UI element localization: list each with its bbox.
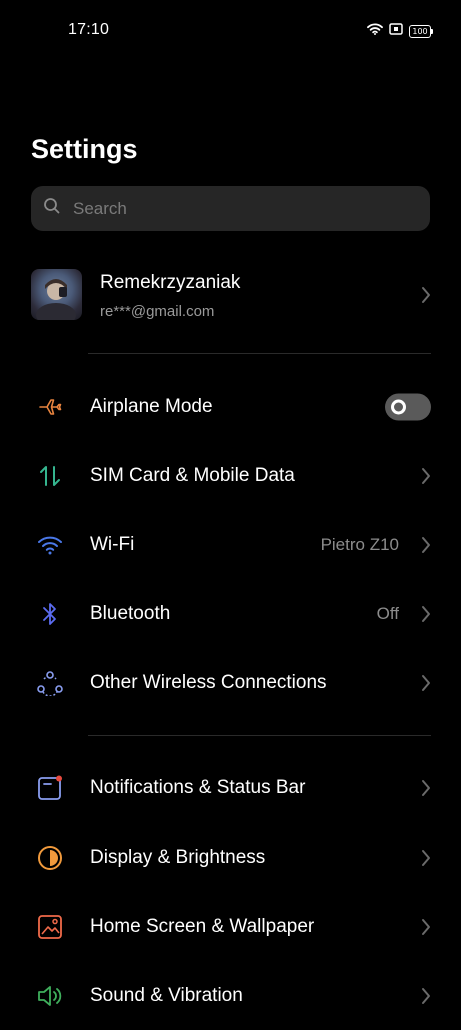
account-name: Remekrzyzaniak [100, 272, 241, 293]
battery-icon: 100 [409, 24, 433, 38]
status-icons: 100 [367, 22, 433, 40]
mobile-data-icon [36, 462, 64, 490]
display-label: Display & Brightness [90, 846, 266, 868]
settings-item-notifications[interactable]: Notifications & Status Bar [0, 753, 461, 822]
airplane-mode-label: Airplane Mode [90, 395, 213, 417]
search-input[interactable] [71, 197, 405, 220]
notifications-icon [36, 774, 64, 802]
airplane-mode-toggle[interactable] [385, 393, 431, 420]
status-bar: 17:10 100 [0, 0, 461, 60]
chevron-right-icon [422, 467, 430, 484]
settings-item-display[interactable]: Display & Brightness [0, 823, 461, 892]
settings-item-other-wireless[interactable]: Other Wireless Connections [0, 648, 461, 717]
battery-level: 100 [409, 24, 431, 38]
status-time: 17:10 [68, 21, 110, 38]
home-screen-label: Home Screen & Wallpaper [90, 915, 315, 937]
avatar [31, 269, 82, 320]
chevron-right-icon [422, 287, 430, 303]
bluetooth-label: Bluetooth [90, 602, 171, 624]
search-icon [43, 197, 61, 220]
wifi-icon [367, 22, 383, 40]
chevron-right-icon [422, 674, 430, 691]
other-wireless-label: Other Wireless Connections [90, 671, 327, 693]
settings-item-home-screen[interactable]: Home Screen & Wallpaper [0, 892, 461, 961]
chevron-right-icon [422, 918, 430, 935]
connections-icon [36, 669, 64, 697]
page-title: Settings [31, 134, 138, 164]
wifi-icon [36, 531, 64, 559]
settings-item-wifi[interactable]: Wi-Fi Pietro Z10 [0, 510, 461, 579]
wifi-label: Wi-Fi [90, 533, 135, 555]
wifi-network-value: Pietro Z10 [320, 534, 399, 554]
bluetooth-icon [36, 600, 64, 628]
sim-card-label: SIM Card & Mobile Data [90, 464, 295, 486]
chevron-right-icon [422, 536, 430, 553]
airplane-icon [36, 393, 64, 421]
brightness-icon [36, 844, 64, 872]
speaker-icon [36, 982, 64, 1010]
wallpaper-icon [36, 913, 64, 941]
sound-label: Sound & Vibration [90, 984, 243, 1006]
screen-cast-icon [389, 22, 403, 40]
settings-item-sim-card[interactable]: SIM Card & Mobile Data [0, 441, 461, 510]
bluetooth-status-value: Off [376, 603, 399, 623]
chevron-right-icon [422, 605, 430, 622]
settings-item-sound[interactable]: Sound & Vibration [0, 961, 461, 1030]
toggle-knob [391, 399, 406, 414]
chevron-right-icon [422, 987, 430, 1004]
divider [88, 735, 431, 736]
account-email: re***@gmail.com [100, 303, 215, 320]
settings-item-bluetooth[interactable]: Bluetooth Off [0, 579, 461, 648]
settings-item-airplane-mode[interactable]: Airplane Mode [0, 372, 461, 441]
search-bar[interactable] [31, 186, 430, 231]
chevron-right-icon [422, 779, 430, 796]
divider [88, 353, 431, 354]
chevron-right-icon [422, 849, 430, 866]
notifications-label: Notifications & Status Bar [90, 776, 306, 798]
